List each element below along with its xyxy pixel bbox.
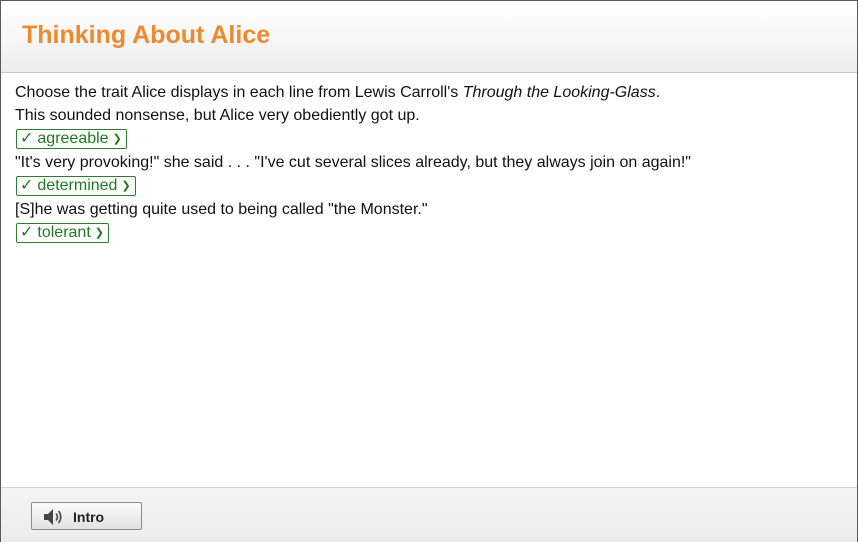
chevron-down-icon: ❯ [112, 133, 122, 145]
answer-dropdown-3[interactable]: ✓ tolerant ❯ [16, 223, 109, 243]
header-bar: Thinking About Alice [1, 1, 857, 73]
check-icon: ✓ [20, 224, 34, 241]
speaker-icon [44, 509, 62, 525]
quote-3: [S]he was getting quite used to being ca… [15, 201, 428, 218]
instructions-suffix: . [655, 84, 661, 101]
activity-window: Thinking About Alice Choose the trait Al… [0, 0, 858, 542]
page-title: Thinking About Alice [22, 21, 271, 49]
answer-dropdown-2[interactable]: ✓ determined ❯ [16, 176, 136, 196]
quote-1: This sounded nonsense, but Alice very ob… [15, 107, 420, 124]
footer-bar: Intro [1, 487, 857, 542]
activity-content: Choose the trait Alice displays in each … [15, 81, 845, 245]
chevron-down-icon: ❯ [121, 180, 131, 192]
intro-label: Intro [73, 509, 105, 525]
quote-2: "It's very provoking!" she said . . . "I… [15, 154, 691, 171]
chevron-down-icon: ❯ [94, 227, 104, 239]
answer-dropdown-1[interactable]: ✓ agreeable ❯ [16, 129, 127, 149]
answer-value: agreeable [37, 130, 109, 147]
check-icon: ✓ [20, 177, 34, 194]
answer-value: tolerant [37, 224, 91, 241]
book-title: Through the Looking-Glass [462, 84, 656, 101]
answer-value: determined [37, 177, 118, 194]
instructions-prefix: Choose the trait Alice displays in each … [15, 84, 463, 101]
intro-button[interactable]: Intro [31, 502, 142, 530]
instructions: Choose the trait Alice displays in each … [15, 81, 845, 104]
check-icon: ✓ [20, 130, 34, 147]
